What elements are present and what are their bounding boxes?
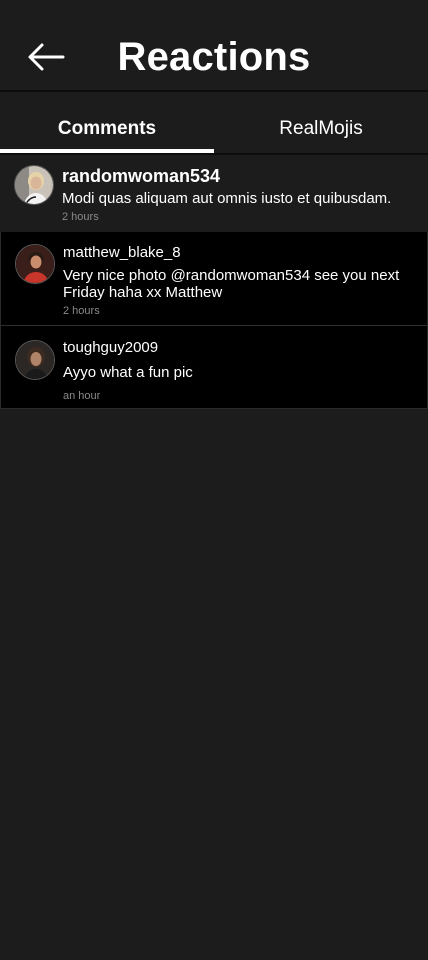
comment-username[interactable]: toughguy2009 — [63, 339, 413, 357]
comment-body: randomwoman534 Modi quas aliquam aut omn… — [62, 165, 414, 224]
comment-username[interactable]: randomwoman534 — [62, 165, 414, 187]
comment-timestamp: an hour — [63, 390, 101, 402]
avatar[interactable] — [14, 165, 54, 205]
tab-realmojis[interactable]: RealMojis — [214, 92, 428, 154]
reactions-screen: Reactions Comments RealMojis randomwoman… — [0, 0, 428, 960]
comment-text: Modi quas aliquam aut omnis iusto et qui… — [62, 190, 392, 207]
comment-username[interactable]: matthew_blake_8 — [63, 244, 413, 262]
comment-body: matthew_blake_8 Very nice photo @randomw… — [63, 244, 413, 318]
comment-item[interactable]: toughguy2009 Ayyo what a fun pic an hour — [0, 326, 428, 409]
tab-bar: Comments RealMojis — [0, 92, 428, 154]
comment-item[interactable]: matthew_blake_8 Very nice photo @randomw… — [0, 232, 428, 325]
comment-timestamp: 2 hours — [62, 211, 99, 223]
header: Reactions — [0, 0, 428, 92]
comment-item[interactable]: randomwoman534 Modi quas aliquam aut omn… — [0, 155, 428, 232]
comment-body: toughguy2009 Ayyo what a fun pic an hour — [63, 339, 413, 403]
avatar[interactable] — [15, 340, 55, 380]
avatar[interactable] — [15, 244, 55, 284]
page-title: Reactions — [117, 35, 311, 79]
comment-timestamp: 2 hours — [63, 305, 100, 317]
comment-text: Very nice photo @randomwoman534 see you … — [63, 267, 400, 301]
comment-text: Ayyo what a fun pic — [63, 364, 193, 381]
tab-comments[interactable]: Comments — [0, 92, 214, 154]
